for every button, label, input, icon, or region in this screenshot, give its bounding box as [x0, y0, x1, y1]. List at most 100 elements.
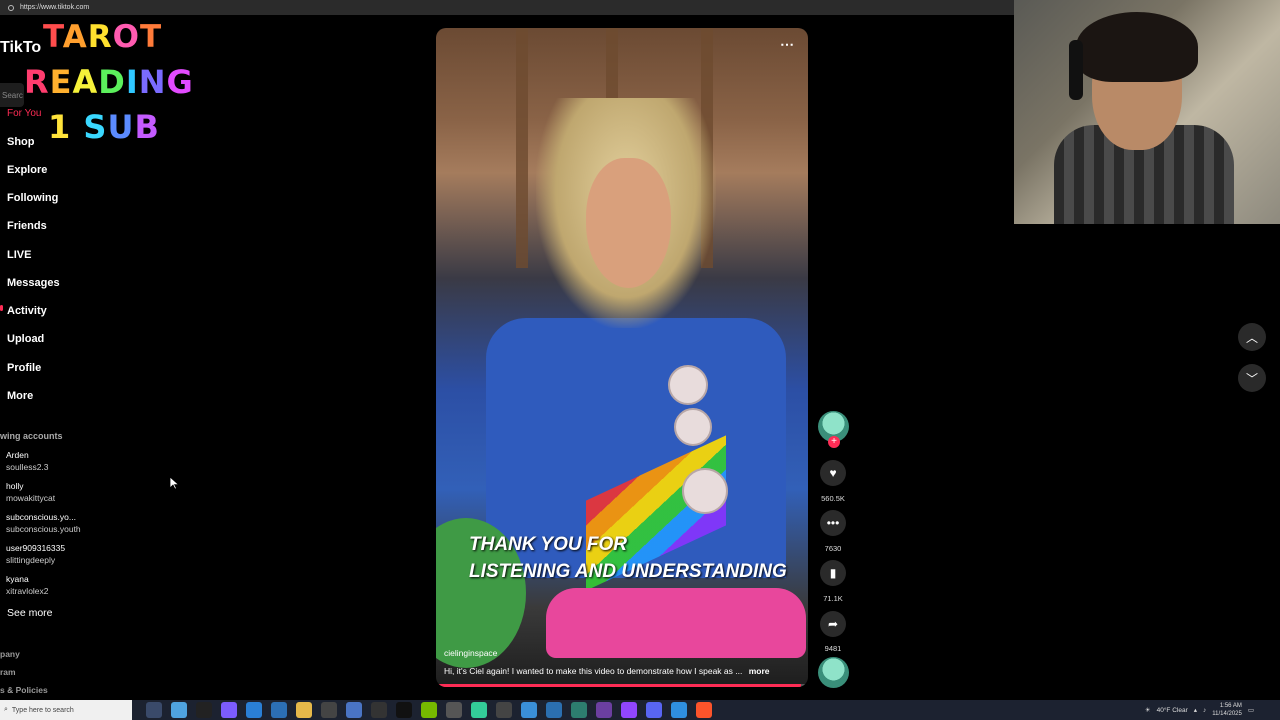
system-tray: ☀ 40°F Clear ▴ ♪ 1:56 AM 11/14/2025 ▭	[1145, 700, 1254, 720]
app-icon[interactable]	[596, 702, 612, 718]
like-count: 560.5K	[821, 494, 845, 503]
nvidia-icon[interactable]	[421, 702, 437, 718]
tarot-reading-banner: TAROT READING 1 SUB	[23, 18, 193, 151]
nav-upload[interactable]: Upload	[7, 333, 44, 345]
follow-plus-icon[interactable]: +	[828, 436, 840, 448]
nav-profile[interactable]: Profile	[7, 362, 41, 374]
address-bar[interactable]: https://www.tiktok.com	[0, 0, 1014, 15]
network-icon[interactable]: ▴	[1194, 706, 1197, 714]
tiktok-logo[interactable]: TikTo	[0, 39, 41, 57]
file-explorer-icon[interactable]	[296, 702, 312, 718]
account-username: subconscious.youth	[6, 524, 81, 534]
taskbar-search-input[interactable]: ⌕ Type here to search	[0, 700, 132, 720]
app-icon[interactable]	[521, 702, 537, 718]
nav-more[interactable]: More	[7, 390, 33, 402]
previous-video-button[interactable]: ︿	[1238, 323, 1266, 351]
like-button[interactable]: ♥	[820, 460, 846, 486]
steam-icon[interactable]	[546, 702, 562, 718]
nav-friends[interactable]: Friends	[7, 220, 47, 232]
mouse-cursor-icon	[170, 477, 179, 490]
app-icon[interactable]	[346, 702, 362, 718]
video-progress-bar[interactable]	[436, 684, 808, 687]
comment-icon: •••	[826, 516, 840, 530]
description-more-link[interactable]: more	[749, 666, 770, 676]
account-username: soulless2.3	[6, 462, 49, 472]
footer-link-program[interactable]: ram	[0, 667, 16, 677]
clock[interactable]: 1:56 AM 11/14/2025	[1212, 702, 1242, 718]
nav-messages[interactable]: Messages	[7, 277, 60, 289]
banner-letter: D	[98, 62, 126, 101]
app-icon[interactable]	[196, 702, 212, 718]
app-icon[interactable]	[221, 702, 237, 718]
banner-letter: N	[138, 62, 167, 101]
search-icon: ⌕	[4, 706, 8, 713]
following-account[interactable]: holly mowakittycat	[6, 480, 55, 504]
banner-letter: B	[134, 107, 160, 146]
save-button[interactable]: ▮	[820, 560, 846, 586]
app-icon[interactable]	[396, 702, 412, 718]
video-author[interactable]: cielinginspace	[444, 648, 497, 658]
following-account[interactable]: subconscious.yo... subconscious.youth	[6, 511, 81, 535]
banner-letter: T	[139, 18, 163, 55]
nav-for-you[interactable]: For You	[7, 108, 41, 119]
following-account[interactable]: kyana xitravlolex2	[6, 573, 49, 597]
discord-icon[interactable]	[646, 702, 662, 718]
following-account[interactable]: Arden soulless2.3	[6, 449, 49, 473]
app-icon[interactable]	[571, 702, 587, 718]
notification-icon[interactable]: ▭	[1248, 706, 1254, 714]
save-count: 71.1K	[823, 594, 843, 603]
account-username: mowakittycat	[6, 493, 56, 503]
nav-live[interactable]: LIVE	[7, 249, 31, 261]
video-options-icon[interactable]: ⋯	[780, 36, 794, 53]
pink-tray	[546, 588, 806, 658]
app-icon[interactable]	[271, 702, 287, 718]
nav-shop[interactable]: Shop	[7, 136, 35, 148]
account-display-name: subconscious.yo...	[6, 512, 76, 522]
comment-count: 7630	[824, 544, 842, 553]
footer-link-terms[interactable]: s & Policies	[0, 685, 48, 695]
sound-avatar[interactable]	[818, 657, 849, 688]
app-icon[interactable]	[496, 702, 512, 718]
nav-explore[interactable]: Explore	[7, 164, 47, 176]
chevron-down-icon: ﹀	[1245, 371, 1258, 386]
caption-line-2: LISTENING AND UNDERSTANDING	[469, 561, 787, 582]
banner-line-1: TAROT	[42, 18, 163, 55]
banner-letter: A	[62, 18, 88, 55]
footer-link-company[interactable]: pany	[0, 649, 20, 659]
video-player[interactable]: ⋯ THANK YOU FOR LISTENING AND UNDERSTAND…	[436, 28, 808, 687]
weather-text[interactable]: 40°F Clear	[1157, 707, 1188, 714]
next-video-button[interactable]: ﹀	[1238, 364, 1266, 392]
brave-icon[interactable]	[696, 702, 712, 718]
comment-button[interactable]: •••	[820, 510, 846, 536]
twitch-icon[interactable]	[621, 702, 637, 718]
task-view-icon[interactable]	[146, 702, 162, 718]
volume-icon[interactable]: ♪	[1203, 707, 1206, 714]
site-info-icon[interactable]	[8, 4, 14, 11]
app-icon[interactable]	[671, 702, 687, 718]
app-icon[interactable]	[471, 702, 487, 718]
nav-following[interactable]: Following	[7, 192, 58, 204]
caption-line-1: THANK YOU FOR	[469, 534, 627, 555]
chrome-icon[interactable]	[171, 702, 187, 718]
app-icon[interactable]	[246, 702, 262, 718]
webcam-person-hair	[1076, 12, 1198, 82]
app-icon[interactable]	[321, 702, 337, 718]
following-accounts-heading: wing accounts	[0, 431, 63, 441]
button-pin	[682, 468, 728, 514]
app-icon[interactable]	[371, 702, 387, 718]
banner-letter: I	[125, 62, 139, 101]
see-more-link[interactable]: See more	[7, 607, 53, 619]
share-button[interactable]: ➦	[820, 611, 846, 637]
chevron-up-icon: ︿	[1245, 330, 1258, 345]
creator-avatar[interactable]: +	[818, 411, 849, 448]
search-input[interactable]: Searc	[0, 83, 24, 107]
following-account[interactable]: user909316335 slittingdeeply	[6, 542, 65, 566]
share-count: 9481	[824, 644, 842, 653]
app-icon[interactable]	[446, 702, 462, 718]
button-pin	[668, 365, 708, 405]
activity-notification-dot	[0, 305, 3, 311]
headset	[1069, 40, 1083, 100]
button-pin	[674, 408, 712, 446]
url-text: https://www.tiktok.com	[20, 4, 90, 11]
nav-activity[interactable]: Activity	[7, 305, 47, 317]
